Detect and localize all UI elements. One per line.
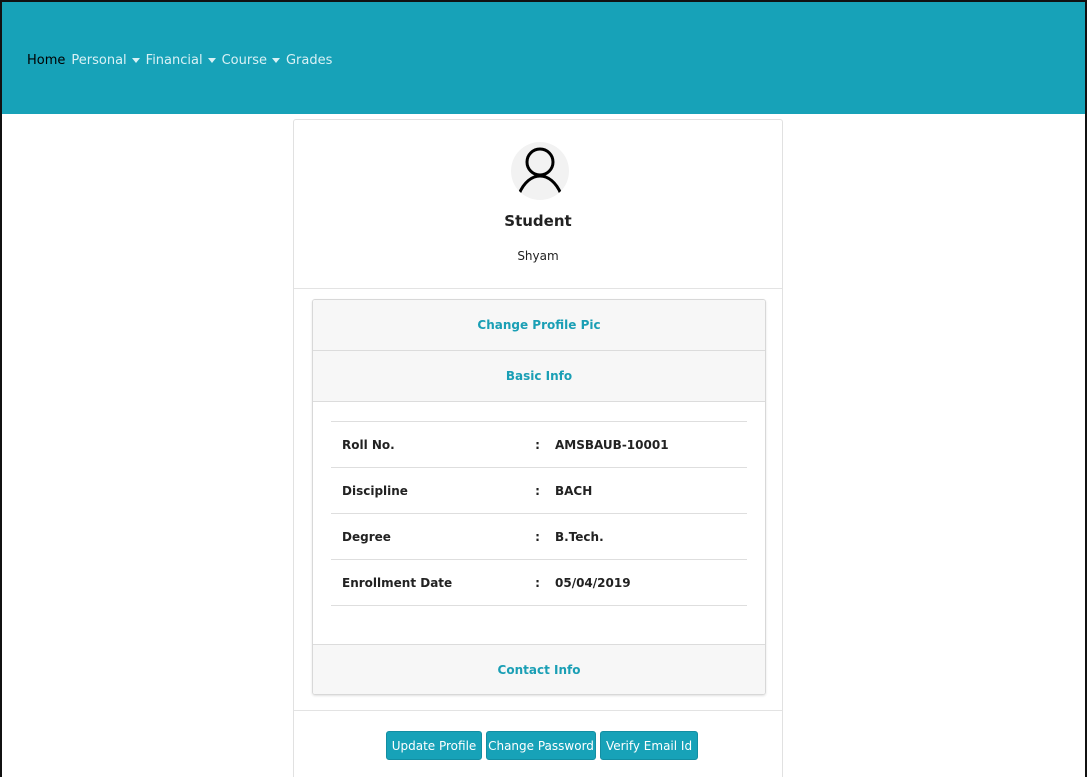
change-password-button[interactable]: Change Password	[486, 731, 596, 760]
basic-info-table: Roll No. : AMSBAUB-10001 Discipline : BA…	[331, 421, 747, 606]
row-value: B.Tech.	[555, 529, 604, 544]
basic-info-toggle[interactable]: Basic Info	[313, 351, 765, 402]
avatar	[511, 142, 569, 200]
row-value: 05/04/2019	[555, 575, 631, 590]
nav-home[interactable]: Home	[27, 53, 65, 68]
caret-down-icon	[207, 58, 216, 63]
row-value: BACH	[555, 483, 593, 498]
basic-info-label: Basic Info	[505, 369, 573, 383]
nav-home-label: Home	[27, 53, 66, 68]
caret-down-icon	[131, 58, 140, 63]
contact-info-label: Contact Info	[497, 662, 581, 677]
app-window: Home Personal Financial Course Grades St…	[0, 0, 1087, 777]
user-icon	[517, 147, 563, 196]
row-separator: :	[535, 437, 540, 452]
profile-accordion: Change Profile Pic Basic Info Roll No. :…	[312, 299, 766, 695]
nav-personal-label: Personal	[71, 53, 127, 68]
row-label: Degree	[342, 529, 391, 544]
basic-info-panel: Roll No. : AMSBAUB-10001 Discipline : BA…	[313, 402, 765, 645]
table-row: Degree : B.Tech.	[331, 513, 747, 560]
main-nav: Home Personal Financial Course Grades	[27, 53, 338, 68]
nav-course-dropdown[interactable]: Course	[222, 53, 280, 68]
profile-role: Student	[504, 212, 572, 230]
table-row: Roll No. : AMSBAUB-10001	[331, 421, 747, 468]
row-separator: :	[535, 575, 540, 590]
change-profile-pic-toggle[interactable]: Change Profile Pic	[313, 300, 765, 351]
nav-personal-dropdown[interactable]: Personal	[71, 53, 140, 68]
action-buttons: Update Profile Change Password Verify Em…	[386, 731, 702, 760]
nav-financial-label: Financial	[145, 53, 203, 68]
profile-username: Shyam	[517, 249, 559, 263]
row-label: Discipline	[342, 483, 408, 498]
verify-email-button[interactable]: Verify Email Id	[600, 731, 698, 760]
nav-grades-label: Grades	[285, 53, 333, 68]
row-separator: :	[535, 529, 540, 544]
top-navbar: Home Personal Financial Course Grades	[2, 2, 1085, 114]
nav-grades[interactable]: Grades	[286, 53, 332, 68]
row-label: Enrollment Date	[342, 575, 453, 590]
row-separator: :	[535, 483, 540, 498]
row-label: Roll No.	[342, 437, 395, 452]
table-row: Discipline : BACH	[331, 467, 747, 514]
nav-course-label: Course	[221, 53, 267, 68]
table-row: Enrollment Date : 05/04/2019	[331, 559, 747, 606]
update-profile-button[interactable]: Update Profile	[386, 731, 482, 760]
contact-info-toggle[interactable]: Contact Info	[313, 645, 765, 694]
profile-header: Student Shyam	[294, 120, 782, 289]
nav-financial-dropdown[interactable]: Financial	[146, 53, 216, 68]
card-footer-divider	[294, 710, 782, 711]
row-value: AMSBAUB-10001	[555, 437, 669, 452]
change-profile-pic-label: Change Profile Pic	[477, 318, 601, 332]
caret-down-icon	[271, 58, 280, 63]
profile-card: Student Shyam Change Profile Pic Basic I…	[293, 119, 783, 777]
